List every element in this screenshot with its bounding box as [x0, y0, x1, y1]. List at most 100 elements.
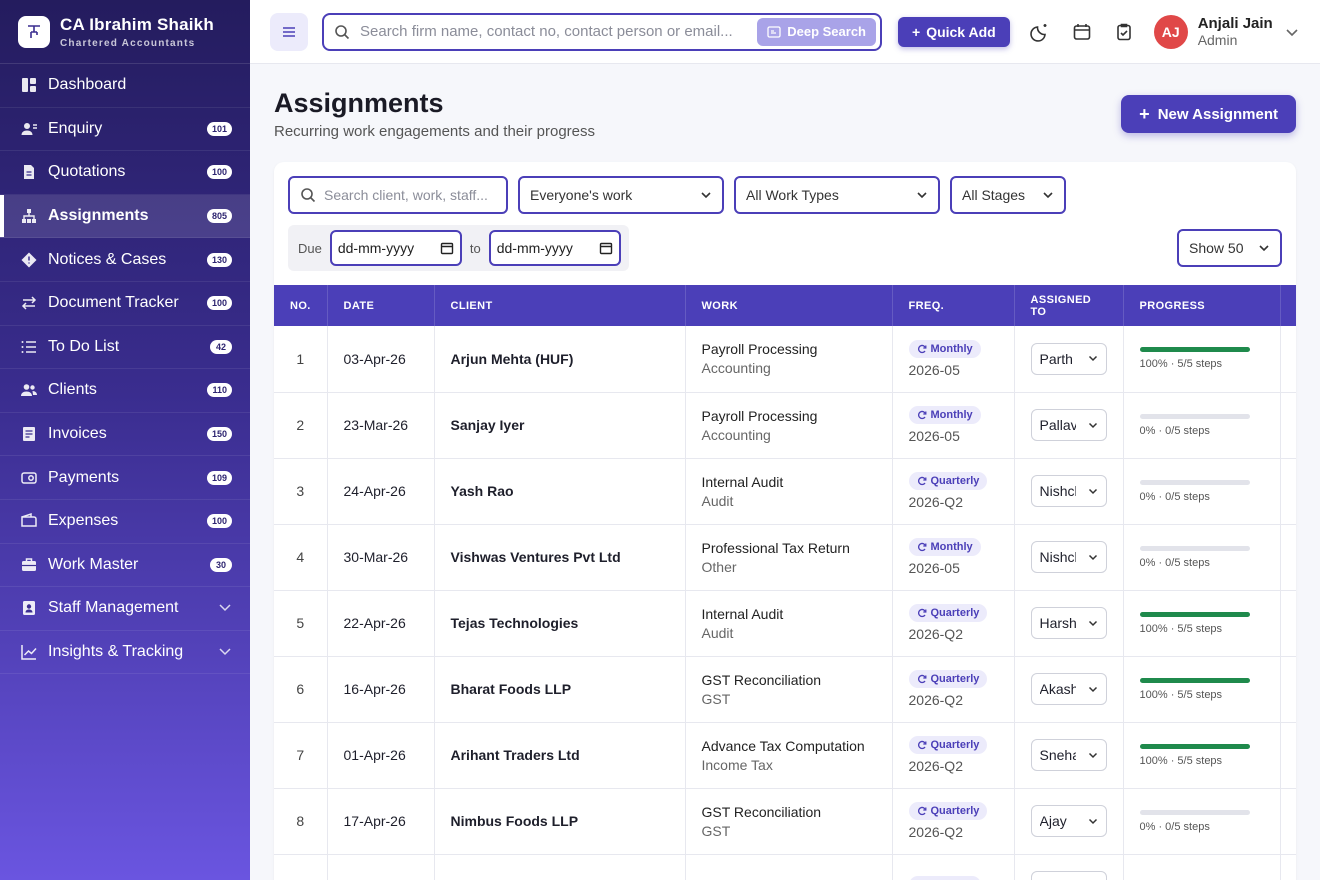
due-from-date-input[interactable]: dd-mm-yyyy	[329, 230, 462, 266]
sidebar-item-clients[interactable]: Clients 110	[0, 369, 250, 413]
table-row[interactable]: Payroll Processing Monthly	[274, 854, 1296, 880]
calendar-icon	[440, 242, 454, 255]
sidebar-item-label: Invoices	[48, 425, 107, 443]
column-header-freq[interactable]: FREQ.	[892, 285, 1015, 326]
row-client[interactable]	[434, 854, 686, 880]
column-header-progress[interactable]: PROGRESS	[1123, 285, 1281, 326]
frequency-badge: Quarterly	[908, 604, 988, 622]
progress-text: 100% · 5/5 steps	[1139, 754, 1223, 767]
assignee-select[interactable]: Nishchay	[1030, 475, 1107, 507]
table-row[interactable]: 3 24-Apr-26 Yash Rao Internal Audit Audit Qua…	[274, 458, 1296, 525]
sidebar-item-enquiry[interactable]: Enquiry 101	[0, 108, 250, 152]
column-header-work[interactable]: WORK	[685, 285, 893, 326]
chevron-down-icon[interactable]	[1285, 27, 1299, 37]
row-client[interactable]: Sanjay Iyer	[434, 392, 686, 459]
row-overflow-cell	[1280, 458, 1296, 525]
table-row[interactable]: 2 23-Mar-26 Sanjay Iyer Payroll Processing A…	[274, 392, 1296, 459]
work-name: Internal Audit	[701, 605, 784, 622]
work-name: GST Reconciliation	[701, 803, 822, 820]
assignee-select[interactable]: Parth	[1030, 342, 1107, 375]
sidebar-item-invoices[interactable]: Invoices 150	[0, 413, 250, 457]
table-row[interactable]: 1 03-Apr-26 Arjun Mehta (HUF) Payroll Proce…	[274, 326, 1296, 393]
avatar[interactable]: AJ	[1153, 14, 1188, 49]
table-row[interactable]: 7 01-Apr-26 Arihant Traders Ltd Advance Tax…	[274, 722, 1296, 789]
assignee-select[interactable]: Harsh	[1030, 607, 1107, 639]
row-client[interactable]: Arihant Traders Ltd	[434, 722, 686, 789]
work-name: Payroll Processing	[701, 341, 818, 358]
sidebar-item-dashboard[interactable]: Dashboard	[0, 64, 250, 108]
assignee-select[interactable]: Akash	[1030, 673, 1107, 705]
column-header-no[interactable]: NO.	[274, 285, 328, 326]
row-client[interactable]: Arjun Mehta (HUF)	[434, 326, 686, 393]
hamburger-icon	[283, 26, 295, 37]
row-overflow-cell	[1280, 590, 1296, 657]
row-client[interactable]: Nimbus Foods LLP	[434, 788, 686, 855]
sidebar-item-payments[interactable]: Payments 109	[0, 456, 250, 500]
row-client[interactable]: Vishwas Ventures Pvt Ltd	[434, 524, 686, 591]
filter-bar: Search client, work, staff... Everyone's…	[288, 176, 1282, 214]
chevron-down-icon	[218, 599, 232, 617]
column-header-assigned-to[interactable]: ASSIGNED TO	[1014, 285, 1124, 326]
tasks-button[interactable]	[1112, 20, 1136, 44]
column-header-date[interactable]: DATE	[327, 285, 435, 326]
sidebar-item-to-do-list[interactable]: To Do List 42	[0, 326, 250, 370]
table-row[interactable]: 6 16-Apr-26 Bharat Foods LLP GST Reconcilia…	[274, 656, 1296, 723]
frequency-label: Quarterly	[930, 805, 980, 817]
quick-add-button[interactable]: + Quick Add	[898, 16, 1010, 47]
row-frequency: Monthly 2026-05	[892, 326, 1015, 393]
progress-text: 0% · 0/5 steps	[1139, 490, 1210, 503]
sidebar-item-document-tracker[interactable]: Document Tracker 100	[0, 282, 250, 326]
menu-toggle-button[interactable]	[270, 12, 308, 51]
table-row[interactable]: 8 17-Apr-26 Nimbus Foods LLP GST Reconcilia…	[274, 788, 1296, 855]
calendar-button[interactable]	[1070, 20, 1094, 44]
assignment-search-field[interactable]: Search client, work, staff...	[288, 176, 508, 214]
new-assignment-button[interactable]: + New Assignment	[1121, 95, 1296, 133]
row-client[interactable]: Tejas Technologies	[434, 590, 686, 657]
refresh-icon	[917, 542, 927, 552]
user-info[interactable]: Anjali Jain Admin	[1198, 15, 1273, 48]
assignee-select[interactable]	[1030, 871, 1107, 880]
progress-bar	[1139, 413, 1250, 419]
assignee-select[interactable]: Nishchay	[1030, 541, 1107, 573]
sidebar-item-insights-tracking[interactable]: Insights & Tracking	[0, 631, 250, 675]
owner-select[interactable]: Everyone's work	[518, 176, 724, 214]
row-client[interactable]: Bharat Foods LLP	[434, 656, 686, 723]
assignee-select[interactable]: Sneha	[1030, 739, 1107, 771]
work-type-select-value: All Work Types	[746, 187, 839, 203]
count-badge: 109	[206, 470, 232, 485]
sidebar-item-work-master[interactable]: Work Master 30	[0, 544, 250, 588]
progress-bar	[1139, 809, 1250, 815]
work-category: Other	[701, 558, 737, 575]
page-subtitle: Recurring work engagements and their pro…	[274, 123, 595, 140]
due-to-date-input[interactable]: dd-mm-yyyy	[488, 230, 621, 266]
table-row[interactable]: 5 22-Apr-26 Tejas Technologies Internal Aud…	[274, 590, 1296, 657]
stage-select[interactable]: All Stages	[950, 176, 1066, 214]
assignee-value: Nishchay	[1039, 483, 1076, 499]
column-header-client[interactable]: CLIENT	[434, 285, 686, 326]
brand[interactable]: CA Ibrahim Shaikh Chartered Accountants	[0, 0, 250, 64]
page-size-select[interactable]: Show 50	[1177, 229, 1282, 267]
sidebar-item-notices-cases[interactable]: Notices & Cases 130	[0, 238, 250, 282]
assignee-select[interactable]: Pallav	[1030, 409, 1107, 441]
table-row[interactable]: 4 30-Mar-26 Vishwas Ventures Pvt Ltd Profes…	[274, 524, 1296, 591]
frequency-badge: Monthly	[908, 876, 981, 880]
payment-icon	[20, 469, 38, 487]
sidebar-item-staff-management[interactable]: Staff Management	[0, 587, 250, 631]
row-date: 03-Apr-26	[327, 326, 435, 393]
sidebar-item-expenses[interactable]: Expenses 100	[0, 500, 250, 544]
row-date: 17-Apr-26	[327, 788, 435, 855]
row-date: 30-Mar-26	[327, 524, 435, 591]
assignee-select[interactable]: Ajay	[1030, 805, 1107, 837]
frequency-badge: Monthly	[908, 538, 981, 556]
deep-search-button[interactable]: Deep Search	[757, 17, 876, 46]
row-client[interactable]: Yash Rao	[434, 458, 686, 525]
theme-toggle-button[interactable]	[1028, 20, 1052, 44]
row-work: Internal Audit Audit	[685, 590, 893, 657]
frequency-label: Quarterly	[930, 739, 980, 751]
calendar-icon	[599, 242, 612, 255]
brand-subtitle: Chartered Accountants	[60, 37, 196, 49]
sidebar-item-quotations[interactable]: Quotations 100	[0, 151, 250, 195]
global-search-input[interactable]	[360, 23, 758, 40]
sidebar-item-assignments[interactable]: Assignments 805	[0, 194, 250, 239]
work-type-select[interactable]: All Work Types	[734, 176, 940, 214]
